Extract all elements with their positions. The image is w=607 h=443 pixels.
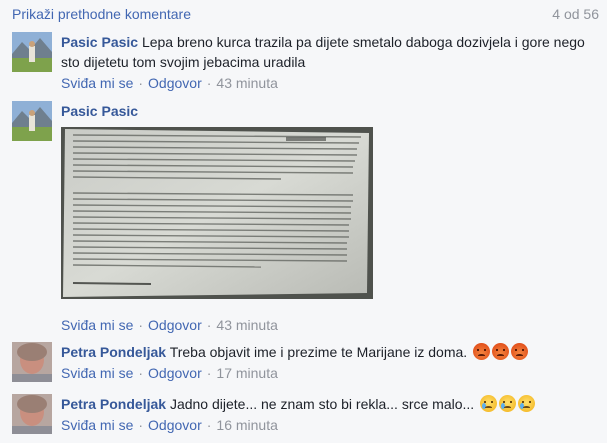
crying-face-emoji-icon <box>518 395 536 412</box>
reply-link[interactable]: Odgovor <box>148 317 202 333</box>
comment-time[interactable]: 17 minuta <box>216 365 277 381</box>
comment-text: Treba objavit ime i prezime te Marijane … <box>169 344 468 360</box>
emoji-group <box>471 343 529 360</box>
like-link[interactable]: Sviđa mi se <box>61 75 133 91</box>
avatar[interactable] <box>12 32 52 72</box>
reply-link[interactable]: Odgovor <box>148 365 202 381</box>
printed-article-photo-icon <box>61 127 373 299</box>
separator: · <box>138 317 144 333</box>
portrait-avatar-icon <box>12 342 52 382</box>
avatar[interactable] <box>12 394 52 434</box>
landscape-avatar-icon <box>12 32 52 72</box>
comment-author[interactable]: Pasic Pasic <box>61 103 138 119</box>
landscape-avatar-icon <box>12 101 52 141</box>
comment-actions: Sviđa mi se · Odgovor · 43 minuta <box>61 73 595 93</box>
separator: · <box>138 365 144 381</box>
separator: · <box>138 417 144 433</box>
separator: · <box>206 317 212 333</box>
separator: · <box>206 417 212 433</box>
angry-face-emoji-icon <box>511 343 529 360</box>
separator: · <box>206 75 212 91</box>
comment-text: Jadno dijete... ne znam sto bi rekla... … <box>169 396 475 412</box>
comment-actions: Sviđa mi se · Odgovor · 16 minuta <box>61 415 595 435</box>
comment: Pasic Pasic Lepa breno kurca trazila pa … <box>0 32 607 92</box>
comment-time[interactable]: 43 minuta <box>216 75 277 91</box>
avatar[interactable] <box>12 342 52 382</box>
comment-author[interactable]: Pasic Pasic <box>61 34 138 50</box>
separator: · <box>138 75 144 91</box>
show-previous-comments-link[interactable]: Prikaži prethodne komentare <box>12 6 191 22</box>
comment: Petra Pondeljak Treba objavit ime i prez… <box>0 342 607 384</box>
comment-author[interactable]: Petra Pondeljak <box>61 344 166 360</box>
comment-actions: Sviđa mi se · Odgovor · 43 minuta <box>61 315 595 335</box>
crying-face-emoji-icon <box>480 395 498 412</box>
crying-face-emoji-icon <box>499 395 517 412</box>
comment: Petra Pondeljak Jadno dijete... ne znam … <box>0 394 607 438</box>
comments-header: Prikaži prethodne komentare 4 od 56 <box>0 0 607 28</box>
like-link[interactable]: Sviđa mi se <box>61 317 133 333</box>
reply-link[interactable]: Odgovor <box>148 75 202 91</box>
like-link[interactable]: Sviđa mi se <box>61 417 133 433</box>
emoji-group <box>478 395 536 412</box>
comment-text: Lepa breno kurca trazila pa dijete smeta… <box>61 34 585 70</box>
comment-author[interactable]: Petra Pondeljak <box>61 396 166 412</box>
angry-face-emoji-icon <box>492 343 510 360</box>
avatar[interactable] <box>12 101 52 141</box>
angry-face-emoji-icon <box>473 343 491 360</box>
comment-actions-row: Sviđa mi se · Odgovor · 43 minuta <box>0 314 607 336</box>
comment-time[interactable]: 43 minuta <box>216 317 277 333</box>
photo-attachment[interactable] <box>61 127 373 299</box>
reply-link[interactable]: Odgovor <box>148 417 202 433</box>
separator: · <box>206 365 212 381</box>
comment-actions: Sviđa mi se · Odgovor · 17 minuta <box>61 363 595 383</box>
like-link[interactable]: Sviđa mi se <box>61 365 133 381</box>
comment-time[interactable]: 16 minuta <box>216 417 277 433</box>
portrait-avatar-icon <box>12 394 52 434</box>
comment-counter: 4 od 56 <box>552 6 599 22</box>
